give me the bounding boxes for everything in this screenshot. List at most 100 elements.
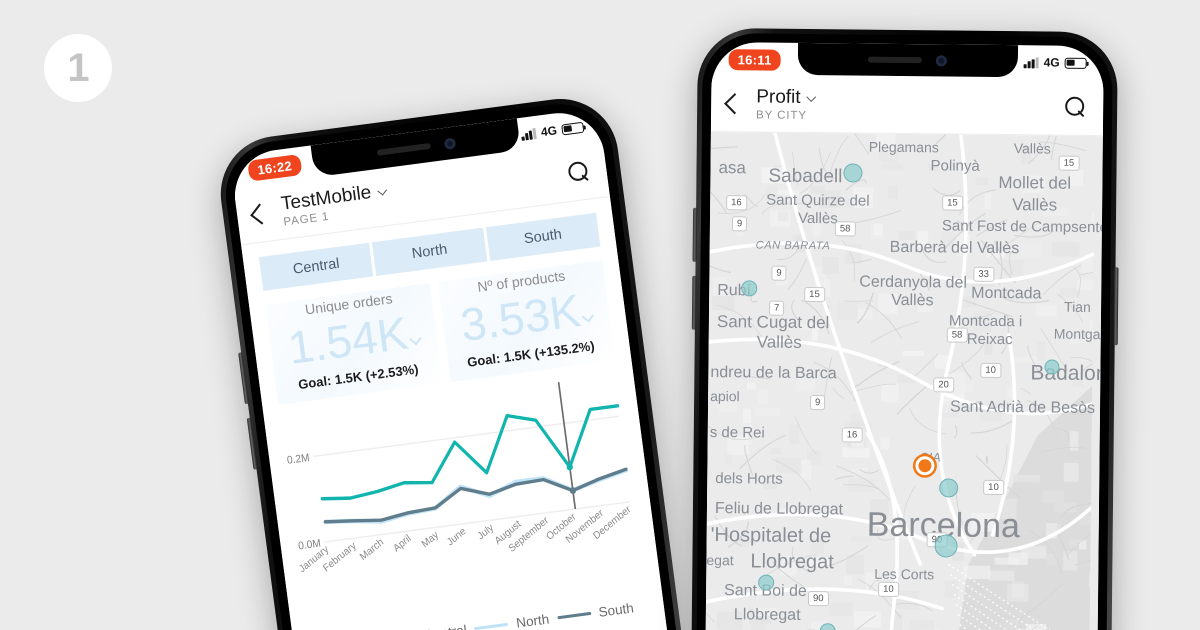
map-place-label: Sant Fost de Campsentell [941, 217, 1103, 237]
legend-label-central: Central [423, 623, 468, 630]
map-place-label: s de Rei [709, 423, 765, 442]
power-button[interactable] [1113, 267, 1119, 346]
x-axis-tick-label: February [321, 540, 359, 575]
road-shield: 15 [942, 195, 963, 211]
slicer-item-north[interactable]: North [372, 227, 488, 276]
map-data-bubble[interactable] [758, 574, 775, 591]
road-shield: 58 [834, 221, 856, 237]
phone-left-report: 16:22 4G TestMobile PAGE 1 Central North… [213, 91, 705, 630]
step-badge-number: 1 [67, 45, 89, 90]
legend-swatch-south [556, 612, 591, 620]
map-place-label: Sabadell [768, 165, 843, 188]
map-place-label: Badalona [1030, 361, 1103, 386]
step-badge: 1 [44, 34, 112, 102]
road-shield: 16 [841, 427, 863, 443]
road-shield: 90 [807, 591, 829, 607]
kpi-card-number-of-products[interactable]: Nº of products 3.53K Goal: 1.5K (+135.2%… [437, 260, 616, 383]
search-icon[interactable] [567, 160, 592, 185]
road-shield: 10 [878, 581, 899, 598]
map-place-label: Les Corts [874, 565, 935, 583]
battery-icon [1064, 57, 1087, 69]
x-axis-tick-label: March [358, 537, 386, 564]
x-axis-tick-label: June [445, 526, 468, 549]
map-place-label: Polinyà [930, 157, 980, 175]
signal-bars-icon [521, 127, 537, 141]
map-place-label: Mollet del [998, 172, 1072, 193]
chevron-down-icon[interactable] [581, 310, 594, 323]
phone-right-bezel: 16:11 4G Profit BY CITY asa Sabadell Pol… [695, 32, 1113, 630]
status-indicators: 4G [521, 120, 585, 142]
page-title[interactable]: Profit [756, 86, 801, 108]
phone-left-bezel: 16:22 4G TestMobile PAGE 1 Central North… [219, 97, 699, 630]
map-place-label: Vallès [756, 332, 802, 352]
back-chevron-icon[interactable] [724, 93, 746, 115]
network-type-label: 4G [540, 123, 558, 140]
legend-swatch-north [474, 622, 509, 630]
map-place-label: dels Horts [715, 470, 783, 488]
map-place-label: Feliu de Llobregat [714, 500, 844, 519]
app-bar-titles: Profit BY CITY [756, 86, 1065, 124]
x-axis-tick-label: April [392, 533, 414, 555]
map-place-label: egat [706, 551, 734, 569]
slicer-item-central[interactable]: Central [258, 242, 374, 291]
report-canvas: Central North South Unique orders 1.54K … [241, 196, 689, 630]
map-place-label: Vallès [891, 291, 934, 310]
network-type-label: 4G [1043, 55, 1060, 70]
road-shield: 33 [973, 266, 995, 283]
map-place-label: Montga [1053, 325, 1101, 343]
phone-right-map: 16:11 4G Profit BY CITY asa Sabadell Pol… [690, 27, 1119, 630]
battery-icon [561, 121, 585, 136]
map-place-label: Vallès [797, 209, 838, 228]
road-shield: 10 [980, 362, 1002, 379]
volume-up-button[interactable] [692, 207, 698, 262]
map-data-bubble[interactable] [741, 280, 758, 297]
chevron-down-icon[interactable] [376, 185, 387, 196]
map-place-label: Montcada [971, 284, 1042, 303]
map-place-label: CAN BARATA [755, 239, 831, 253]
status-time: 16:22 [247, 153, 303, 182]
volume-down-button[interactable] [691, 275, 697, 330]
road-shield: 15 [804, 286, 825, 303]
map-place-label: apiol [710, 387, 740, 405]
map-place-label: Plegamans [868, 138, 939, 156]
map-place-label: Barberà del Vallès [889, 238, 1020, 258]
map-place-label: Llobregat [750, 550, 834, 574]
map-data-bubble[interactable] [934, 534, 958, 558]
map-place-label: Reixac [966, 330, 1013, 349]
road-shield: 7 [768, 300, 785, 317]
road-shield: 10 [983, 479, 1004, 496]
search-icon[interactable] [1065, 96, 1087, 118]
line-chart[interactable]: 0.0M 0.2M January February March April May June… [282, 382, 647, 630]
road-shield: 16 [726, 195, 747, 211]
legend-label-north: North [515, 611, 551, 630]
back-chevron-icon[interactable] [250, 203, 272, 225]
map-selected-marker[interactable] [915, 456, 935, 476]
map-data-bubble[interactable] [1044, 359, 1060, 375]
map-place-label: 'Hospitalet de [710, 523, 832, 548]
chart-series-south [323, 467, 628, 524]
slicer-item-south[interactable]: South [485, 212, 601, 262]
x-axis-tick-label: May [420, 529, 442, 551]
page-subtitle: BY CITY [756, 109, 807, 122]
road-shield: 9 [771, 265, 787, 282]
y-axis-tick-label: 0.2M [286, 452, 310, 467]
phone-right-screen: 16:11 4G Profit BY CITY asa Sabadell Pol… [704, 41, 1104, 630]
map-place-label: ndreu de la Barca [710, 363, 837, 383]
map-place-label: Vallès [1012, 195, 1058, 215]
map-place-label: asa [718, 158, 747, 178]
chevron-down-icon[interactable] [806, 91, 817, 102]
phone-left-screen: 16:22 4G TestMobile PAGE 1 Central North… [229, 107, 689, 630]
map-canvas[interactable]: asa Sabadell Polinyà Plegamans Vallès Mollet … [704, 131, 1103, 630]
chevron-down-icon[interactable] [408, 332, 422, 346]
map-place-label: Llobregat [733, 606, 801, 624]
status-bar-right: 16:11 4G [711, 42, 1103, 80]
status-indicators: 4G [1024, 55, 1087, 70]
map-place-label: Sant Adrià de Besòs [949, 398, 1096, 417]
map-data-bubble[interactable] [843, 163, 863, 183]
map-place-label: Cerdanyola del [859, 273, 968, 292]
kpi-card-unique-orders[interactable]: Unique orders 1.54K Goal: 1.5K (+2.53%) [265, 283, 443, 406]
map-data-bubble[interactable] [939, 478, 959, 498]
road-shield: 58 [946, 327, 968, 344]
line-chart-svg[interactable]: 0.0M0.2MJanuaryFebruary March April May June… [282, 382, 647, 630]
map-place-label: Tian [1064, 298, 1091, 315]
